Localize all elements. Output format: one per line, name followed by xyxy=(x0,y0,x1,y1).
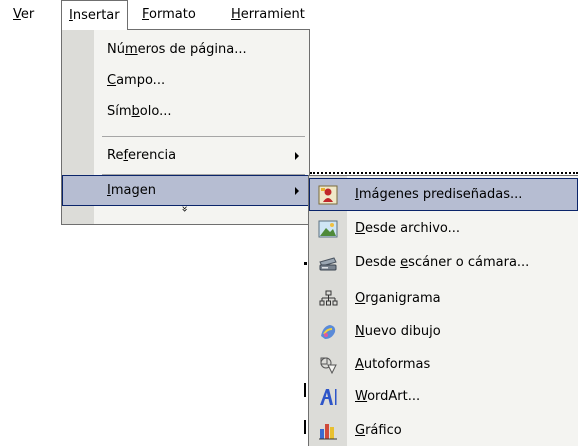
insert-image[interactable]: Imagen xyxy=(62,175,309,206)
chart-icon xyxy=(318,421,338,441)
menu-insertar-label: nsertar xyxy=(72,8,120,23)
document-mark xyxy=(304,262,307,265)
menu-item-label: Desde escáner o cámara... xyxy=(355,255,530,270)
menu-item-label: Imagen xyxy=(107,183,156,198)
insert-page-numbers[interactable]: Números de página... xyxy=(62,34,309,65)
menu-item-label: Desde archivo... xyxy=(355,221,461,236)
menu-bar: Ver Insertar Formato Herramient xyxy=(0,0,312,30)
clipart-icon xyxy=(318,185,338,205)
menu-ver-mnemonic: V xyxy=(13,7,21,22)
menu-insertar[interactable]: Insertar xyxy=(61,0,128,30)
insert-menu: Números de página... Campo... Símbolo...… xyxy=(61,29,310,225)
menu-item-label: Imágenes prediseñadas... xyxy=(355,187,523,202)
menu-item-label: Organigrama xyxy=(355,291,441,306)
menu-herramientas[interactable]: Herramient xyxy=(224,0,312,29)
submenu-from-scanner[interactable]: Desde escáner o cámara... xyxy=(309,246,578,279)
expand-menu-chevron-icon[interactable]: » xyxy=(177,206,191,213)
submenu-clipart[interactable]: Imágenes prediseñadas... xyxy=(309,178,578,211)
autoshapes-icon xyxy=(318,355,338,375)
insert-symbol[interactable]: Símbolo... xyxy=(62,96,309,127)
menu-formato-label: ormato xyxy=(149,7,196,22)
menu-item-label: Autoformas xyxy=(355,357,431,372)
menu-formato[interactable]: Formato xyxy=(135,0,203,29)
submenu-chart[interactable]: Gráfico xyxy=(309,414,578,447)
insert-field[interactable]: Campo... xyxy=(62,65,309,96)
submenu-new-drawing[interactable]: Nuevo dibujo xyxy=(309,315,578,348)
org-chart-icon xyxy=(318,289,338,309)
document-mark xyxy=(304,383,306,397)
submenu-org-chart[interactable]: Organigrama xyxy=(309,282,578,315)
menu-item-label: Nuevo dibujo xyxy=(355,324,441,339)
submenu-autoshapes[interactable]: Autoformas xyxy=(309,348,578,381)
menu-item-label: Símbolo... xyxy=(107,104,172,119)
menu-separator xyxy=(102,136,305,137)
new-drawing-icon xyxy=(318,322,338,342)
menu-item-label: WordArt... xyxy=(355,389,421,404)
submenu-wordart[interactable]: WordArt... xyxy=(309,380,578,413)
submenu-arrow-icon xyxy=(295,152,299,160)
menu-ver[interactable]: Ver xyxy=(6,0,41,29)
menu-item-label: Campo... xyxy=(107,73,166,88)
submenu-arrow-icon xyxy=(295,187,299,195)
menu-item-label: Números de página... xyxy=(107,42,247,57)
wordart-icon xyxy=(318,387,338,407)
scanner-icon xyxy=(318,253,338,273)
menu-herramientas-label: erramient xyxy=(240,7,305,22)
submenu-from-file[interactable]: Desde archivo... xyxy=(309,212,578,245)
picture-file-icon xyxy=(318,219,338,239)
insert-reference[interactable]: Referencia xyxy=(62,140,309,171)
image-submenu: Imágenes prediseñadas... Desde archivo..… xyxy=(308,175,578,446)
document-mark xyxy=(304,420,306,434)
menu-item-label: Referencia xyxy=(107,148,177,163)
menu-ver-label: er xyxy=(20,7,35,22)
menu-formato-mnemonic: F xyxy=(142,7,150,22)
menu-herramientas-mnemonic: H xyxy=(231,7,241,22)
menu-item-label: Gráfico xyxy=(355,423,402,438)
